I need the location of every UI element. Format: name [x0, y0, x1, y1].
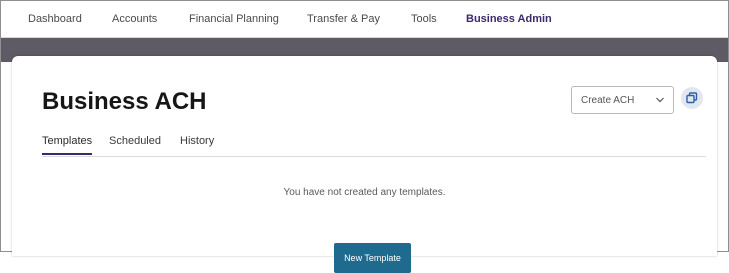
top-navigation: Dashboard Accounts Financial Planning Tr…: [1, 1, 728, 38]
tab-history[interactable]: History: [180, 135, 214, 153]
new-template-button[interactable]: New Template: [334, 243, 411, 273]
create-ach-select[interactable]: Create ACH: [571, 86, 674, 114]
copy-icon: [686, 92, 698, 104]
tab-scheduled[interactable]: Scheduled: [109, 135, 161, 153]
app-window: Dashboard Accounts Financial Planning Tr…: [0, 0, 729, 273]
nav-item-accounts[interactable]: Accounts: [112, 13, 157, 25]
nav-item-tools[interactable]: Tools: [411, 13, 437, 25]
tab-templates[interactable]: Templates: [42, 135, 93, 155]
main-card: Business ACH Create ACH Templates Schedu…: [12, 56, 717, 273]
copy-button[interactable]: [681, 87, 703, 109]
nav-item-business-admin[interactable]: Business Admin: [466, 13, 552, 25]
page-title: Business ACH: [42, 88, 207, 115]
nav-item-transfer-pay[interactable]: Transfer & Pay: [307, 13, 380, 25]
chevron-down-icon: [656, 97, 664, 103]
nav-item-dashboard[interactable]: Dashboard: [28, 13, 82, 25]
empty-state-message: You have not created any templates.: [283, 187, 446, 198]
nav-item-financial-planning[interactable]: Financial Planning: [189, 13, 279, 25]
create-ach-selected-value: Create ACH: [581, 95, 635, 106]
tab-bar: Templates Scheduled History: [42, 134, 706, 157]
